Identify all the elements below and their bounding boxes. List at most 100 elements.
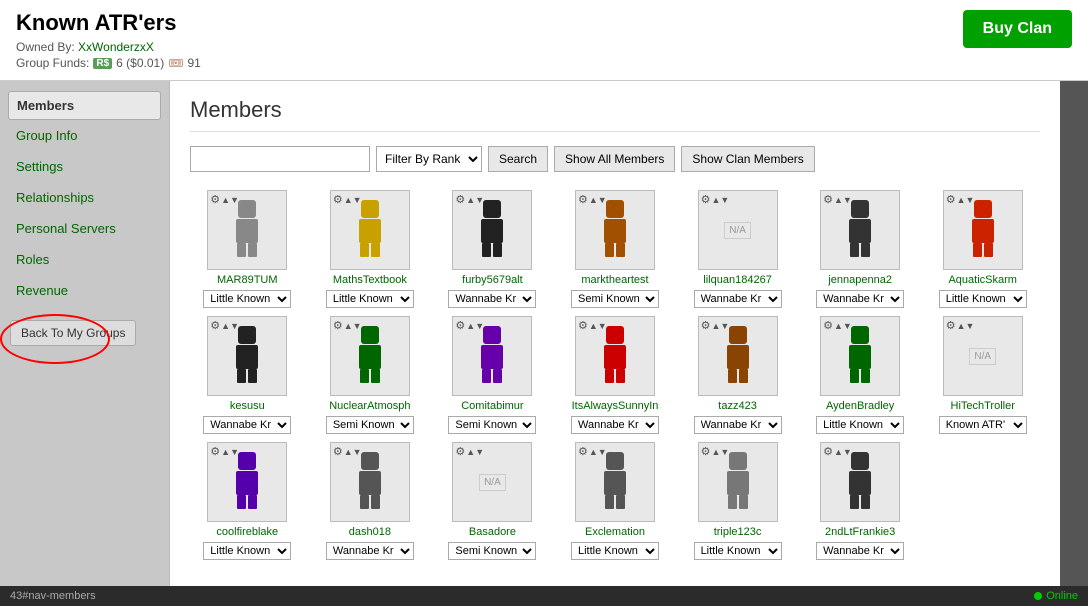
sort-arrows[interactable]: ▲▼ — [957, 321, 975, 331]
back-to-groups-button[interactable]: Back To My Groups — [10, 320, 136, 346]
gear-icon[interactable]: ⚙ — [946, 193, 956, 206]
gear-icon[interactable]: ⚙ — [455, 193, 465, 206]
rank-select[interactable]: Little KnownWannabe KrSemi KnownKnown AT… — [694, 542, 782, 560]
sidebar-item-revenue[interactable]: Revenue — [0, 275, 169, 306]
member-name[interactable]: NuclearAtmosph — [329, 400, 410, 412]
show-clan-button[interactable]: Show Clan Members — [681, 146, 814, 172]
show-all-button[interactable]: Show All Members — [554, 146, 675, 172]
sort-arrows[interactable]: ▲▼ — [466, 447, 484, 457]
sidebar-item-personal-servers[interactable]: Personal Servers — [0, 213, 169, 244]
rank-select[interactable]: Little KnownWannabe KrSemi KnownKnown AT… — [939, 290, 1027, 308]
sort-arrows[interactable]: ▲▼ — [589, 321, 607, 331]
rank-select[interactable]: Little KnownWannabe KrSemi KnownKnown AT… — [326, 416, 414, 434]
member-name[interactable]: MAR89TUM — [217, 274, 278, 286]
rank-select[interactable]: Little KnownWannabe KrSemi KnownKnown AT… — [203, 416, 291, 434]
gear-icon[interactable]: ⚙ — [578, 319, 588, 332]
gear-icon[interactable]: ⚙ — [823, 319, 833, 332]
rank-select[interactable]: Little KnownWannabe KrSemi KnownKnown AT… — [571, 290, 659, 308]
gear-icon[interactable]: ⚙ — [701, 193, 711, 206]
buy-clan-button[interactable]: Buy Clan — [963, 10, 1072, 48]
member-name[interactable]: marktheartest — [581, 274, 648, 286]
avatar-controls: ⚙▲▼ — [455, 445, 484, 458]
rank-filter-select[interactable]: Filter By Rank Little Known Wannabe Kr S… — [376, 146, 482, 172]
member-name[interactable]: ItsAlwaysSunnyIn — [572, 400, 659, 412]
gear-icon[interactable]: ⚙ — [210, 193, 220, 206]
search-input[interactable] — [190, 146, 370, 172]
gear-icon[interactable]: ⚙ — [823, 445, 833, 458]
avatar-controls: ⚙▲▼ — [701, 445, 730, 458]
rank-select[interactable]: Little KnownWannabe KrSemi KnownKnown AT… — [816, 542, 904, 560]
gear-icon[interactable]: ⚙ — [210, 445, 220, 458]
sort-arrows[interactable]: ▲▼ — [344, 195, 362, 205]
rank-select[interactable]: Little KnownWannabe KrSemi KnownKnown AT… — [694, 416, 782, 434]
rank-select[interactable]: Little KnownWannabe KrSemi KnownKnown AT… — [448, 542, 536, 560]
gear-icon[interactable]: ⚙ — [333, 319, 343, 332]
gear-icon[interactable]: ⚙ — [946, 319, 956, 332]
rank-select[interactable]: Little KnownWannabe KrSemi KnownKnown AT… — [203, 290, 291, 308]
gear-icon[interactable]: ⚙ — [701, 445, 711, 458]
sort-arrows[interactable]: ▲▼ — [344, 447, 362, 457]
gear-icon[interactable]: ⚙ — [455, 319, 465, 332]
gear-icon[interactable]: ⚙ — [333, 445, 343, 458]
sort-arrows[interactable]: ▲▼ — [711, 195, 729, 205]
member-name[interactable]: AydenBradley — [826, 400, 894, 412]
rank-select[interactable]: Little KnownWannabe KrSemi KnownKnown AT… — [571, 542, 659, 560]
sidebar-item-members[interactable]: Members — [8, 91, 161, 120]
gear-icon[interactable]: ⚙ — [210, 319, 220, 332]
rank-select[interactable]: Little KnownWannabe KrSemi KnownKnown AT… — [326, 542, 414, 560]
rank-select[interactable]: Little KnownWannabe KrSemi KnownKnown AT… — [203, 542, 291, 560]
sidebar-item-roles[interactable]: Roles — [0, 244, 169, 275]
sort-arrows[interactable]: ▲▼ — [711, 447, 729, 457]
member-name[interactable]: 2ndLtFrankie3 — [825, 526, 895, 538]
rank-select[interactable]: Little KnownWannabe KrSemi KnownKnown AT… — [326, 290, 414, 308]
sort-arrows[interactable]: ▲▼ — [834, 321, 852, 331]
gear-icon[interactable]: ⚙ — [333, 193, 343, 206]
sort-arrows[interactable]: ▲▼ — [834, 447, 852, 457]
sort-arrows[interactable]: ▲▼ — [466, 195, 484, 205]
sort-arrows[interactable]: ▲▼ — [711, 321, 729, 331]
sort-arrows[interactable]: ▲▼ — [221, 195, 239, 205]
member-name[interactable]: Basadore — [469, 526, 516, 538]
gear-icon[interactable]: ⚙ — [455, 445, 465, 458]
member-name[interactable]: triple123c — [714, 526, 762, 538]
sort-arrows[interactable]: ▲▼ — [221, 321, 239, 331]
member-name[interactable]: coolfireblake — [216, 526, 278, 538]
rank-select[interactable]: Little KnownWannabe KrSemi KnownKnown AT… — [939, 416, 1027, 434]
member-name[interactable]: Exclemation — [585, 526, 645, 538]
rank-select[interactable]: Little KnownWannabe KrSemi KnownKnown AT… — [816, 416, 904, 434]
rank-select[interactable]: Little KnownWannabe KrSemi KnownKnown AT… — [448, 290, 536, 308]
gear-icon[interactable]: ⚙ — [823, 193, 833, 206]
avatar-box: ⚙▲▼ — [698, 442, 778, 522]
gear-icon[interactable]: ⚙ — [701, 319, 711, 332]
member-name[interactable]: tazz423 — [718, 400, 757, 412]
gear-icon[interactable]: ⚙ — [578, 193, 588, 206]
member-name[interactable]: MathsTextbook — [333, 274, 407, 286]
sidebar-item-group-info[interactable]: Group Info — [0, 120, 169, 151]
group-header: Known ATR'ers Owned By: XxWonderzxX Grou… — [16, 10, 201, 70]
owner-name-link[interactable]: XxWonderzxX — [78, 40, 154, 54]
member-name[interactable]: lilquan184267 — [703, 274, 772, 286]
rank-select[interactable]: Little KnownWannabe KrSemi KnownKnown AT… — [448, 416, 536, 434]
member-name[interactable]: kesusu — [230, 400, 265, 412]
member-name[interactable]: jennapenna2 — [828, 274, 892, 286]
sort-arrows[interactable]: ▲▼ — [466, 321, 484, 331]
member-name[interactable]: AquaticSkarm — [948, 274, 1016, 286]
member-name[interactable]: furby5679alt — [462, 274, 523, 286]
sort-arrows[interactable]: ▲▼ — [221, 447, 239, 457]
sidebar-item-relationships[interactable]: Relationships — [0, 182, 169, 213]
sort-arrows[interactable]: ▲▼ — [589, 447, 607, 457]
member-name[interactable]: HiTechTroller — [951, 400, 1015, 412]
sort-arrows[interactable]: ▲▼ — [344, 321, 362, 331]
search-button[interactable]: Search — [488, 146, 548, 172]
gear-icon[interactable]: ⚙ — [578, 445, 588, 458]
rank-select[interactable]: Little KnownWannabe KrSemi KnownKnown AT… — [694, 290, 782, 308]
sidebar-item-settings[interactable]: Settings — [0, 151, 169, 182]
member-name[interactable]: dash018 — [349, 526, 391, 538]
member-name[interactable]: Comitabimur — [461, 400, 523, 412]
rank-select[interactable]: Little KnownWannabe KrSemi KnownKnown AT… — [816, 290, 904, 308]
sort-arrows[interactable]: ▲▼ — [834, 195, 852, 205]
sort-arrows[interactable]: ▲▼ — [589, 195, 607, 205]
member-card: ⚙▲▼ kesusu Little KnownWannabe KrSemi Know… — [190, 316, 305, 434]
rank-select[interactable]: Little KnownWannabe KrSemi KnownKnown AT… — [571, 416, 659, 434]
sort-arrows[interactable]: ▲▼ — [957, 195, 975, 205]
